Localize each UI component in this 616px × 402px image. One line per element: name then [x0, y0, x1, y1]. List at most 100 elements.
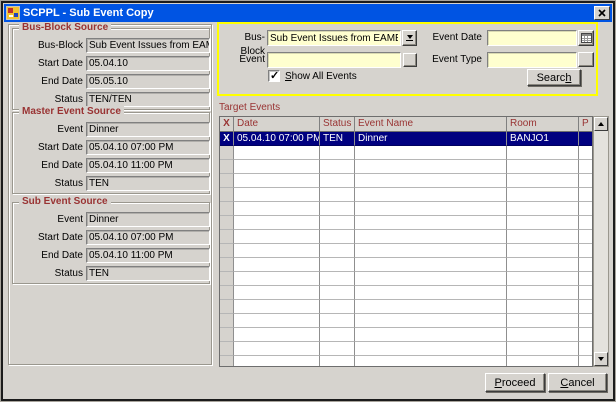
table-cell: [355, 188, 507, 202]
table-cell: [507, 146, 579, 160]
table-cell: [579, 300, 593, 314]
table-cell: [320, 328, 355, 342]
table-row-empty[interactable]: [220, 160, 592, 174]
table-cell: [507, 342, 579, 356]
target-events-table: XDateStatusEvent NameRoomP X05.04.10 07:…: [219, 116, 593, 367]
display-field-status: TEN: [86, 176, 210, 191]
table-cell: [507, 244, 579, 258]
calendar-icon: [581, 33, 592, 43]
table-cell: [220, 356, 234, 367]
table-row-empty[interactable]: [220, 328, 592, 342]
table-row-empty[interactable]: [220, 174, 592, 188]
dropdown-arrow-icon: [406, 35, 413, 41]
scroll-up-button[interactable]: [594, 117, 608, 131]
event-lov-button[interactable]: [403, 53, 417, 67]
table-cell: [234, 160, 320, 174]
table-cell: X: [220, 132, 234, 146]
bus-block-dropdown-button[interactable]: [402, 30, 417, 46]
field-label: Status: [15, 178, 83, 189]
table-cell: [234, 356, 320, 367]
table-cell: [234, 314, 320, 328]
table-cell: [234, 272, 320, 286]
table-cell: [507, 286, 579, 300]
table-row-empty[interactable]: [220, 314, 592, 328]
table-cell: [507, 160, 579, 174]
display-field-start-date: 05.04.10 07:00 PM: [86, 140, 210, 155]
table-cell: [320, 356, 355, 367]
event-date-input[interactable]: [487, 30, 577, 46]
table-cell: [320, 160, 355, 174]
table-row-empty[interactable]: [220, 300, 592, 314]
show-all-events-label: Show All Events: [285, 70, 395, 84]
close-icon: [598, 9, 606, 17]
table-cell: [579, 146, 593, 160]
table-cell: [579, 132, 593, 146]
table-cell: [579, 174, 593, 188]
show-all-events-checkbox[interactable]: [268, 70, 280, 82]
event-input[interactable]: [267, 52, 401, 68]
display-field-start-date: 05.04.10: [86, 56, 210, 71]
table-cell: [234, 174, 320, 188]
column-header-room: Room: [507, 117, 579, 132]
display-field-event: Dinner: [86, 122, 210, 137]
table-cell: [579, 244, 593, 258]
table-cell: [579, 328, 593, 342]
event-type-input[interactable]: [487, 52, 577, 68]
event-type-lov-button[interactable]: [578, 52, 594, 67]
table-cell: [320, 216, 355, 230]
table-cell: [320, 314, 355, 328]
table-cell: [507, 188, 579, 202]
event-label: Event: [221, 53, 265, 67]
table-cell: [507, 314, 579, 328]
table-cell: [507, 356, 579, 367]
display-field-end-date: 05.05.10: [86, 74, 210, 89]
table-row-empty[interactable]: [220, 286, 592, 300]
field-label: Start Date: [15, 232, 83, 243]
title-bar[interactable]: SCPPL - Sub Event Copy: [4, 4, 612, 22]
table-row-empty[interactable]: [220, 356, 592, 367]
app-icon: [6, 6, 20, 20]
table-row-empty[interactable]: [220, 244, 592, 258]
table-row-empty[interactable]: [220, 230, 592, 244]
table-row-selected[interactable]: X05.04.10 07:00 PMTENDinnerBANJO1: [220, 132, 592, 146]
event-date-calendar-button[interactable]: [578, 30, 594, 46]
table-cell: [355, 146, 507, 160]
table-row-empty[interactable]: [220, 188, 592, 202]
table-cell: [507, 258, 579, 272]
table-row-empty[interactable]: [220, 146, 592, 160]
table-vertical-scrollbar[interactable]: [593, 116, 609, 367]
table-cell: [579, 202, 593, 216]
field-label: End Date: [15, 250, 83, 261]
table-row-empty[interactable]: [220, 272, 592, 286]
table-row-empty[interactable]: [220, 258, 592, 272]
proceed-button[interactable]: Proceed: [485, 373, 545, 392]
display-field-end-date: 05.04.10 11:00 PM: [86, 158, 210, 173]
table-cell: [234, 286, 320, 300]
group-sub-event-source: Sub Event Source EventDinner Start Date0…: [12, 202, 210, 284]
table-cell: [355, 244, 507, 258]
table-cell: [579, 160, 593, 174]
search-button[interactable]: Search: [527, 69, 581, 86]
dialog-window: SCPPL - Sub Event Copy Bus-Block Source …: [0, 0, 616, 402]
table-cell: [355, 328, 507, 342]
table-row-empty[interactable]: [220, 216, 592, 230]
table-cell: [320, 174, 355, 188]
table-row-empty[interactable]: [220, 202, 592, 216]
field-label: Event: [15, 124, 83, 135]
bus-block-combo-input[interactable]: [267, 30, 401, 46]
display-field-status: TEN/TEN: [86, 92, 210, 107]
field-label: End Date: [15, 160, 83, 171]
table-cell: [507, 216, 579, 230]
table-row-empty[interactable]: [220, 342, 592, 356]
table-cell: [234, 188, 320, 202]
column-header-status: Status: [320, 117, 355, 132]
table-cell: [355, 314, 507, 328]
scroll-down-button[interactable]: [594, 352, 608, 366]
close-button[interactable]: [594, 6, 610, 20]
table-cell: [355, 272, 507, 286]
cancel-button[interactable]: Cancel: [548, 373, 607, 392]
table-cell: [579, 356, 593, 367]
display-field-end-date: 05.04.10 11:00 PM: [86, 248, 210, 263]
table-cell: [507, 328, 579, 342]
table-cell: Dinner: [355, 132, 507, 146]
